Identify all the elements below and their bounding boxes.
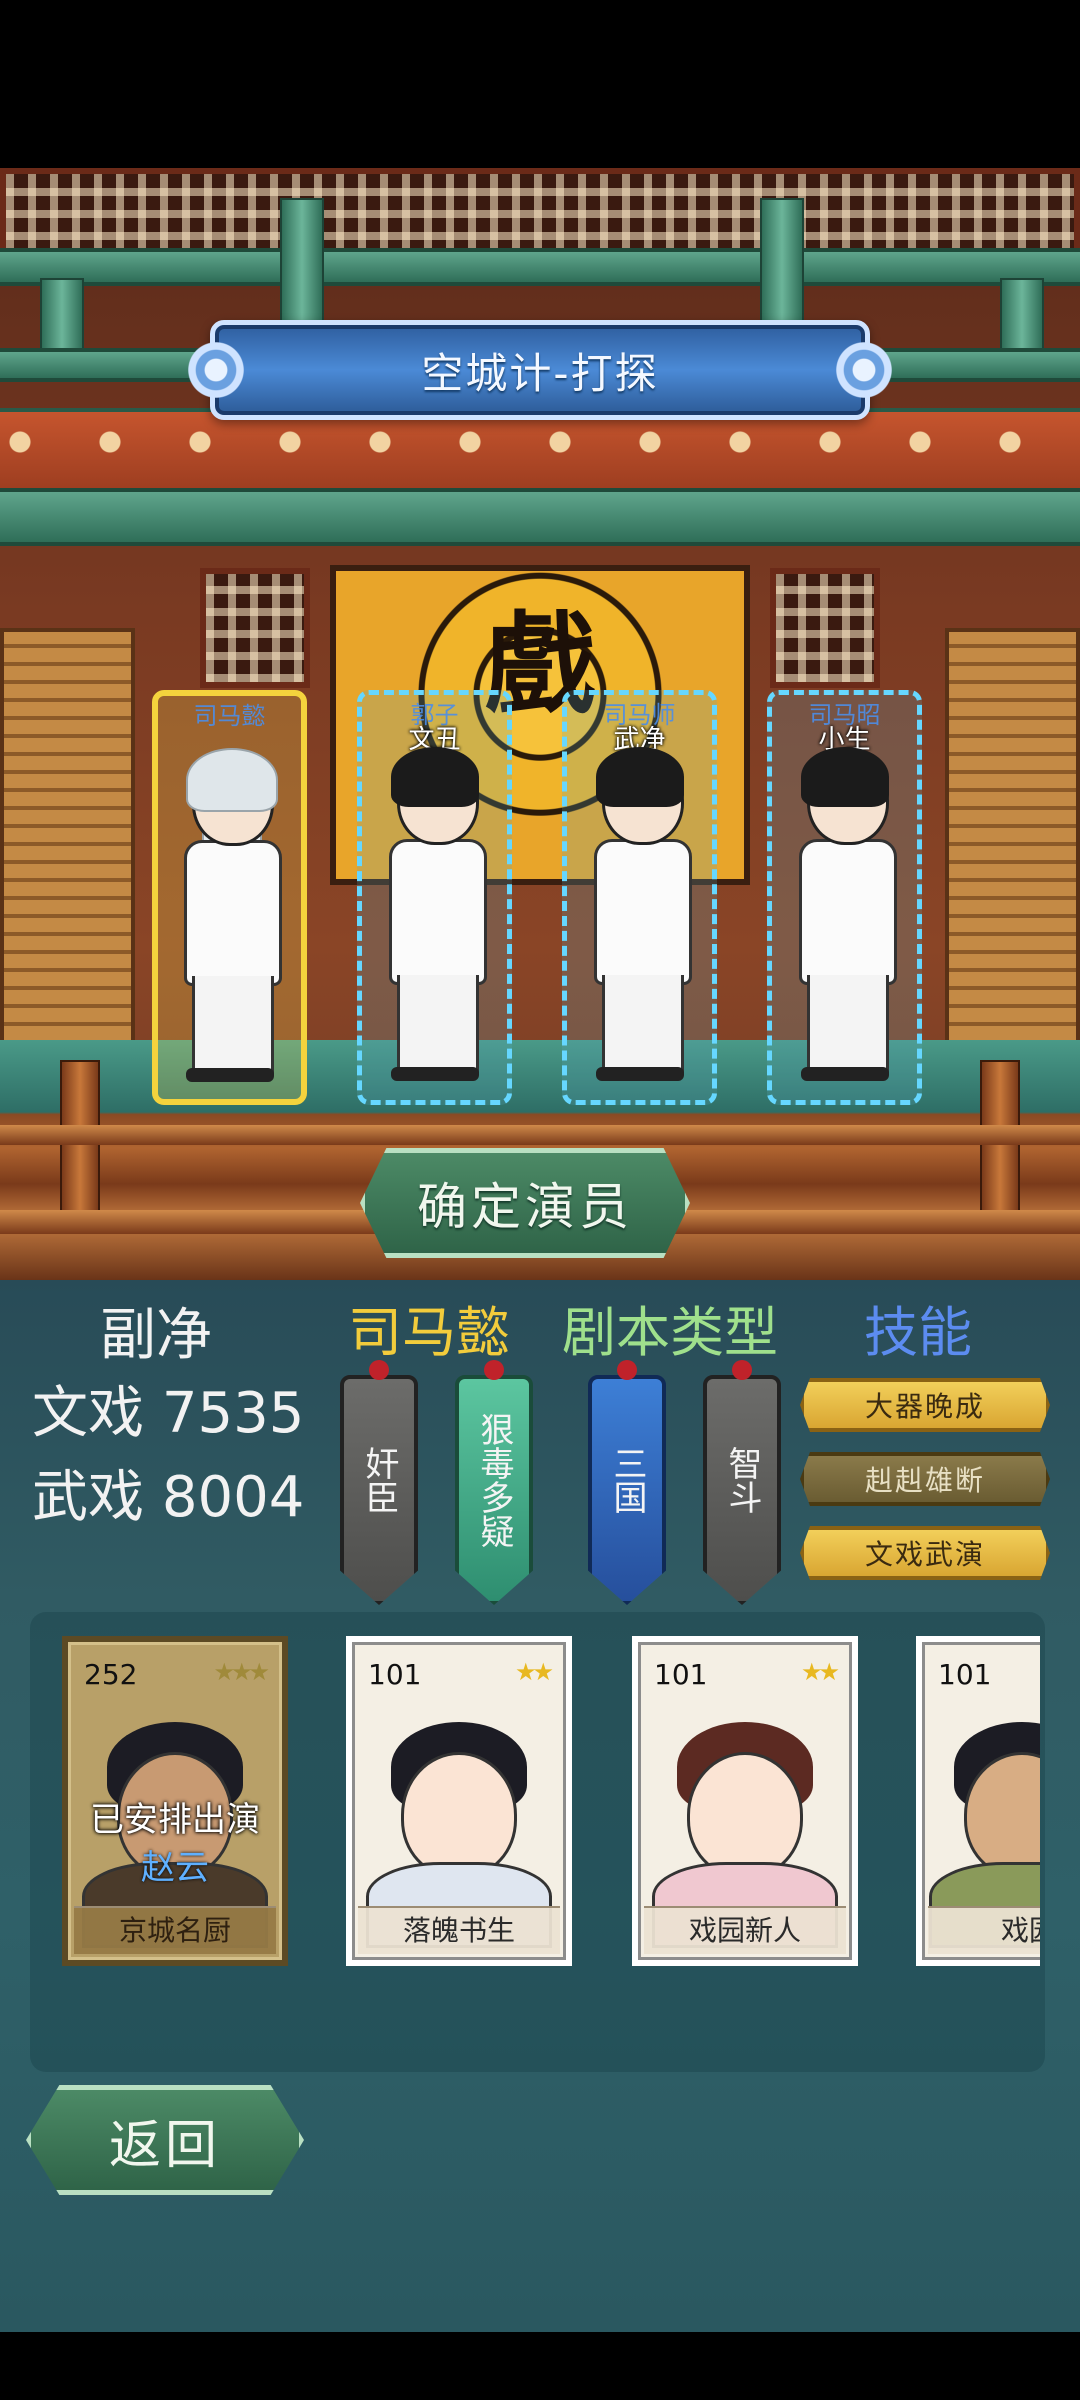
actor-card-2[interactable]: 101 ★★ 落魄书生 bbox=[346, 1636, 572, 1966]
banner-wing-right bbox=[829, 335, 899, 405]
robe bbox=[798, 839, 897, 985]
card-level: 101 bbox=[368, 1658, 422, 1691]
wenxi-value: 7535 bbox=[161, 1381, 305, 1446]
hair bbox=[185, 748, 278, 812]
trait-tag-1: 奸臣 bbox=[340, 1375, 418, 1605]
script-tag-text: 智斗 bbox=[722, 1446, 762, 1514]
portrait-face bbox=[687, 1752, 803, 1878]
wenxi-label: 文戏 bbox=[32, 1381, 144, 1446]
hair bbox=[800, 747, 889, 807]
card-scroll-list[interactable]: 252 ★★★ 已安排出演 赵云 京城名厨 101 ★★ 落魄书生 101 ★★… bbox=[40, 1632, 1040, 1972]
robe bbox=[183, 840, 282, 986]
actor-figure bbox=[170, 748, 290, 1086]
robe bbox=[593, 839, 692, 985]
shoes bbox=[800, 1067, 889, 1081]
card-name: 落魄书生 bbox=[358, 1906, 560, 1954]
railing-bar bbox=[0, 1125, 1080, 1145]
trousers bbox=[396, 975, 479, 1074]
actor-figure bbox=[785, 747, 905, 1085]
role-type: 副净 bbox=[100, 1303, 212, 1368]
page-title: 空城计-打探 bbox=[421, 348, 659, 398]
banner-wing-left bbox=[181, 335, 251, 405]
card-name: 戏园 bbox=[928, 1906, 1040, 1954]
wenxi-stat: 文戏 7535 bbox=[32, 1368, 304, 1449]
card-stars: ★★★ bbox=[213, 1658, 270, 1686]
card-level: 252 bbox=[84, 1658, 138, 1691]
confirm-actors-button[interactable]: 确定演员 bbox=[360, 1148, 690, 1258]
shoes bbox=[595, 1067, 684, 1081]
actor-figure bbox=[375, 747, 495, 1085]
skill-3[interactable]: 文戏武演 bbox=[800, 1526, 1050, 1580]
hair bbox=[595, 747, 684, 807]
card-level: 101 bbox=[654, 1658, 708, 1691]
decorative-band bbox=[0, 408, 1080, 496]
actor-slot-3[interactable]: 司马师 武净 bbox=[562, 690, 717, 1105]
lattice-window-right bbox=[770, 568, 880, 688]
tag-knot bbox=[484, 1360, 504, 1380]
character-name: 司马懿 bbox=[348, 1301, 510, 1364]
wuxi-value: 8004 bbox=[161, 1465, 305, 1530]
script-tag-2: 智斗 bbox=[703, 1375, 781, 1605]
trait-tag-2: 狠毒多疑 bbox=[455, 1375, 533, 1605]
wuxi-stat: 武戏 8004 bbox=[32, 1452, 304, 1533]
actor-slot-1[interactable]: 司马懿 bbox=[152, 690, 307, 1105]
trousers bbox=[191, 976, 274, 1075]
trait-tag-text: 狠毒多疑 bbox=[474, 1412, 514, 1548]
back-button[interactable]: 返回 bbox=[26, 2085, 304, 2195]
script-tag-1: 三国 bbox=[588, 1375, 666, 1605]
actor-card-1[interactable]: 252 ★★★ 已安排出演 赵云 京城名厨 bbox=[62, 1636, 288, 1966]
shoes bbox=[390, 1067, 479, 1081]
portrait-face bbox=[401, 1752, 517, 1878]
actor-slot-2[interactable]: 郭子 文丑 bbox=[357, 690, 512, 1105]
tag-knot bbox=[617, 1360, 637, 1380]
card-stars: ★★ bbox=[800, 1658, 840, 1686]
actor-figure bbox=[580, 747, 700, 1085]
slot-character-name: 司马懿 bbox=[193, 702, 266, 730]
script-type-heading: 剧本类型 bbox=[562, 1301, 778, 1364]
skill-1[interactable]: 大器晚成 bbox=[800, 1378, 1050, 1432]
actor-card-3[interactable]: 101 ★★ 戏园新人 bbox=[632, 1636, 858, 1966]
hair bbox=[390, 747, 479, 807]
lattice-window-left bbox=[200, 568, 310, 688]
card-assigned-actor: 赵云 bbox=[141, 1848, 209, 1888]
robe bbox=[388, 839, 487, 985]
card-level: 101 bbox=[938, 1658, 992, 1691]
card-name: 京城名厨 bbox=[74, 1906, 276, 1954]
trousers bbox=[806, 975, 889, 1074]
skill-2[interactable]: 赳赳雄断 bbox=[800, 1452, 1050, 1506]
card-stars: ★★ bbox=[514, 1658, 554, 1686]
shoes bbox=[185, 1068, 274, 1082]
trait-tag-text: 奸臣 bbox=[359, 1446, 399, 1514]
lower-rail bbox=[0, 488, 1080, 546]
wuxi-label: 武戏 bbox=[32, 1465, 144, 1530]
script-tag-text: 三国 bbox=[607, 1446, 647, 1514]
actor-slot-4[interactable]: 司马昭 小生 bbox=[767, 690, 922, 1105]
card-assigned-text: 已安排出演 bbox=[90, 1800, 260, 1840]
skills-heading: 技能 bbox=[864, 1301, 972, 1364]
title-banner: 空城计-打探 bbox=[181, 320, 899, 420]
tag-knot bbox=[369, 1360, 389, 1380]
upper-rail bbox=[0, 248, 1080, 286]
tag-knot bbox=[732, 1360, 752, 1380]
actor-card-4[interactable]: 101 戏园 bbox=[916, 1636, 1040, 1966]
trousers bbox=[601, 975, 684, 1074]
card-name: 戏园新人 bbox=[644, 1906, 846, 1954]
